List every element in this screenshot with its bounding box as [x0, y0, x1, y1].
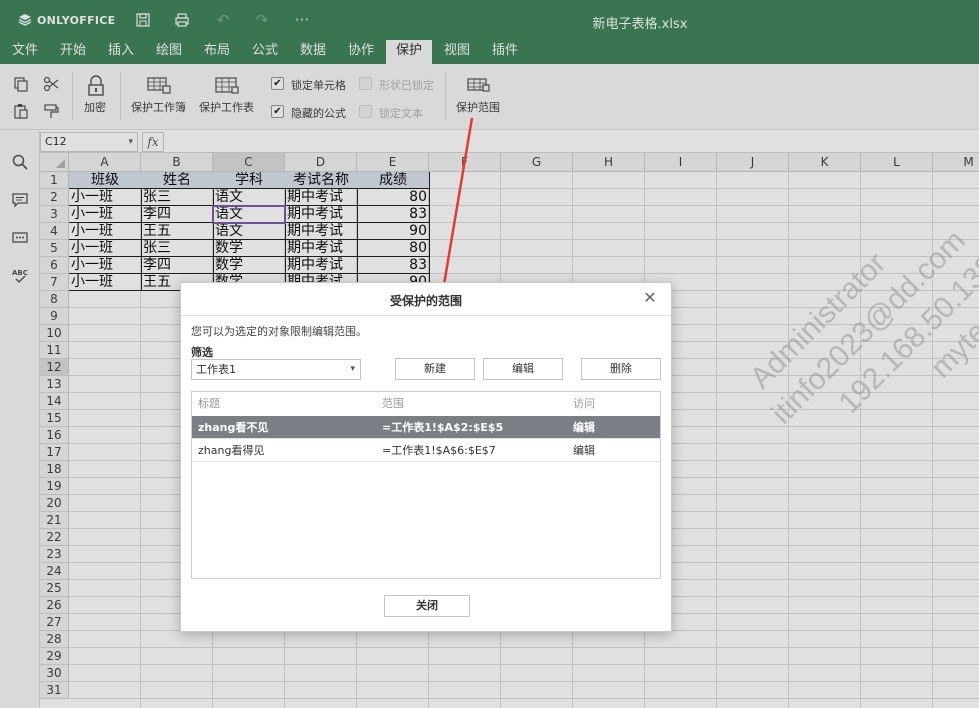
filter-label: 筛选 — [191, 346, 213, 359]
column-header-title: 标题 — [198, 397, 220, 410]
column-header-access: 访问 — [573, 397, 595, 410]
close-button[interactable]: 关闭 — [384, 595, 470, 617]
delete-range-button[interactable]: 删除 — [581, 358, 661, 380]
table-row[interactable]: zhang看不见 =工作表1!$A$2:$E$5 编辑 — [192, 416, 660, 439]
range-ref: =工作表1!$A$2:$E$5 — [382, 421, 504, 434]
dialog-description: 您可以为选定的对象限制编辑范围。 — [191, 325, 367, 338]
filter-select-value: 工作表1 — [196, 363, 236, 376]
edit-range-button[interactable]: 编辑 — [483, 358, 563, 380]
filter-select[interactable]: 工作表1 ▾ — [191, 359, 361, 380]
range-ref: =工作表1!$A$6:$E$7 — [382, 444, 496, 457]
chevron-down-icon[interactable]: ▾ — [350, 360, 355, 379]
range-access: 编辑 — [573, 421, 595, 434]
range-title: zhang看得见 — [198, 444, 265, 457]
column-header-range: 范围 — [382, 397, 404, 410]
close-icon[interactable]: ✕ — [641, 289, 659, 307]
protected-ranges-dialog: 受保护的范围 ✕ 您可以为选定的对象限制编辑范围。 筛选 工作表1 ▾ 新建 编… — [180, 282, 672, 632]
dialog-title: 受保护的范围 — [389, 294, 462, 308]
dialog-header: 受保护的范围 ✕ — [181, 283, 671, 316]
new-range-button[interactable]: 新建 — [395, 358, 475, 380]
table-row[interactable]: zhang看得见 =工作表1!$A$6:$E$7 编辑 — [192, 439, 660, 462]
range-access: 编辑 — [573, 444, 595, 457]
ranges-table: 标题 范围 访问 zhang看不见 =工作表1!$A$2:$E$5 编辑 zha… — [191, 391, 661, 579]
range-title: zhang看不见 — [198, 421, 269, 434]
